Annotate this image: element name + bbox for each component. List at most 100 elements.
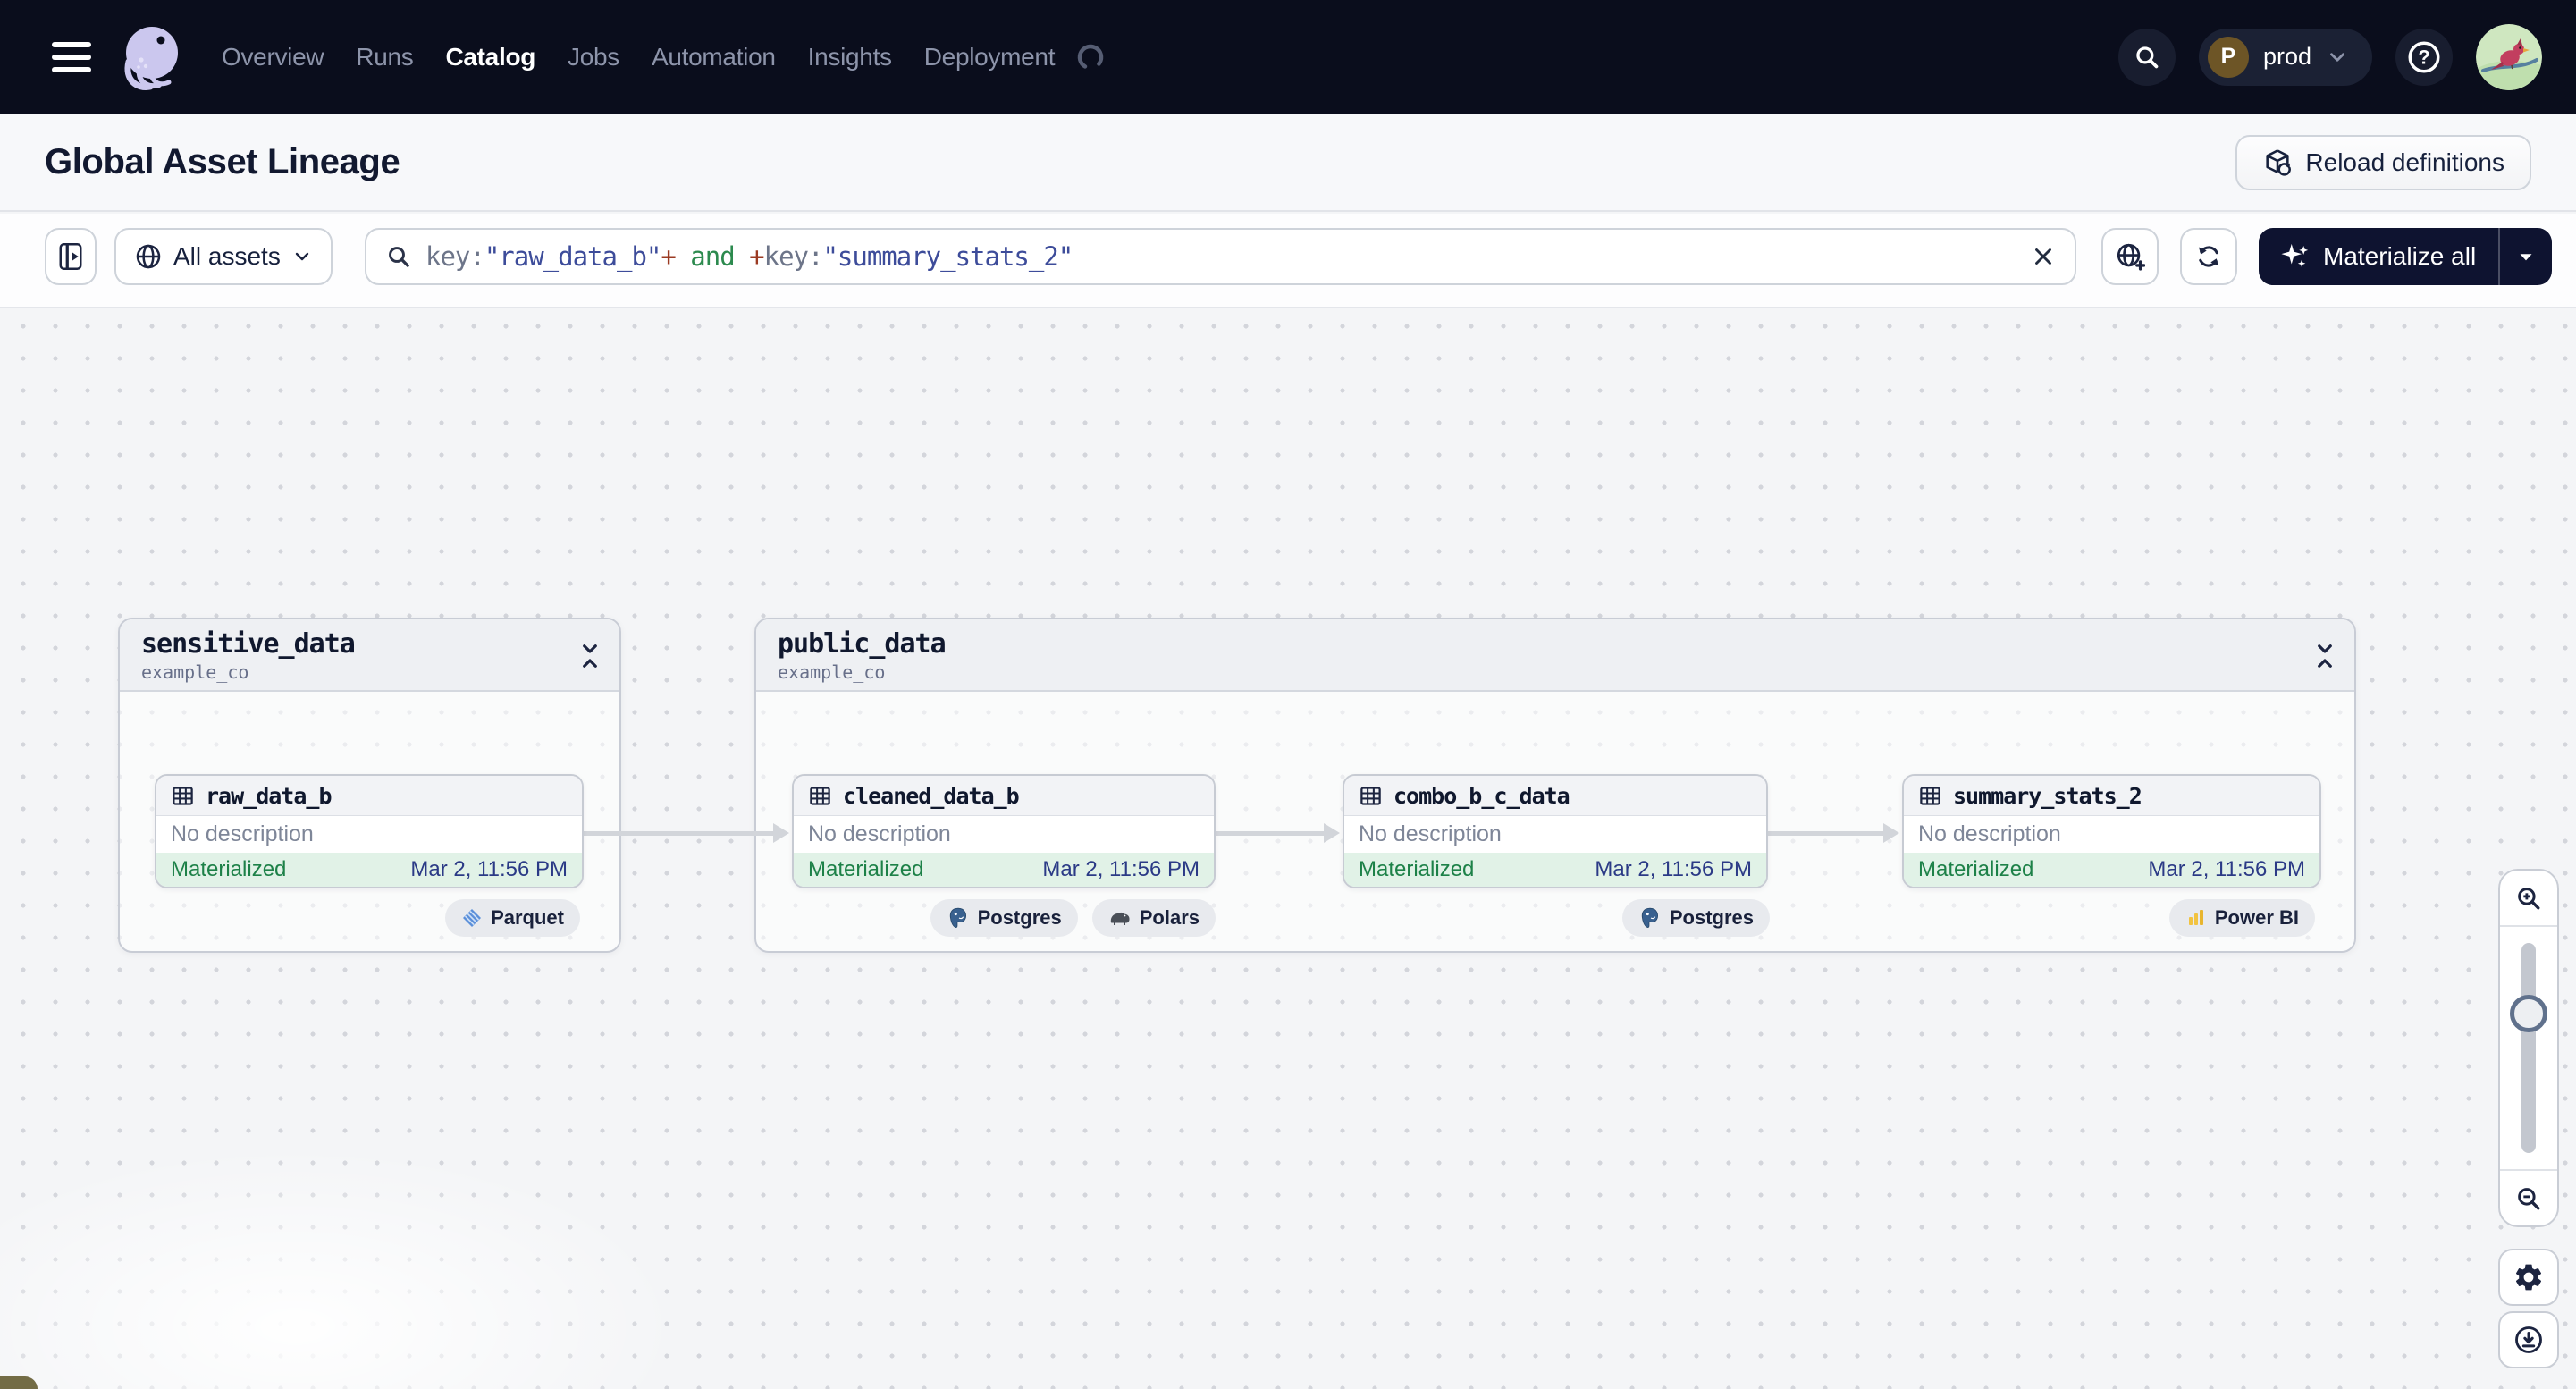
close-icon [2035, 248, 2051, 265]
dagster-logo[interactable] [114, 21, 188, 94]
zoom-slider-thumb[interactable] [2510, 995, 2547, 1032]
nav-item-automation[interactable]: Automation [652, 43, 776, 72]
materialize-all-label: Materialize all [2323, 242, 2477, 270]
chevron-down-icon [2330, 52, 2344, 62]
help-button[interactable]: ? [2395, 28, 2453, 86]
graph-settings-button[interactable] [2498, 1249, 2559, 1306]
kind-tag-label: Polars [1139, 906, 1200, 929]
nav-item-jobs[interactable]: Jobs [568, 43, 619, 72]
clear-search-button[interactable] [2030, 243, 2057, 270]
asset-node-cleaned-data-b[interactable]: cleaned_data_b No description Materializ… [792, 774, 1216, 888]
kind-tag-postgres[interactable]: Postgres [930, 899, 1078, 937]
asset-node-combo-b-c-data[interactable]: combo_b_c_data No description Materializ… [1343, 774, 1768, 888]
kind-tag-label: Parquet [491, 906, 564, 929]
nav-item-runs[interactable]: Runs [356, 43, 413, 72]
group-location: example_co [141, 661, 249, 683]
tag-row-cleaned-data-b: Postgres Polars [930, 899, 1216, 937]
nav-item-overview[interactable]: Overview [222, 43, 324, 72]
global-search-button[interactable] [2117, 28, 2176, 86]
table-icon [810, 786, 830, 805]
refresh-graph-button[interactable] [2180, 228, 2237, 285]
collapse-group-icon[interactable] [577, 641, 603, 671]
zoom-out-button[interactable] [2500, 1169, 2557, 1225]
asset-description: No description [808, 821, 951, 846]
materialize-options-button[interactable] [2500, 245, 2552, 268]
zoom-slider[interactable] [2500, 927, 2557, 1169]
reload-definitions-label: Reload definitions [2305, 148, 2504, 176]
kind-tag-polars[interactable]: Polars [1091, 899, 1216, 937]
group-title: public_data [778, 628, 947, 660]
asset-status: Materialized [171, 857, 287, 881]
lineage-canvas[interactable]: sensitive_data example_co public_data ex… [0, 308, 2576, 1389]
query-token: + [749, 241, 764, 272]
asset-status: Materialized [1918, 857, 2034, 881]
chevron-down-icon [295, 252, 309, 261]
kind-tag-parquet[interactable]: Parquet [445, 899, 580, 937]
view-full-graph-button[interactable] [2101, 228, 2159, 285]
postgres-icon [949, 907, 966, 928]
query-token: key: [425, 241, 485, 272]
lineage-search-input[interactable]: key:"raw_data_b"+ and +key:"summary_stat… [365, 228, 2076, 285]
panel-expand-icon [59, 243, 82, 270]
download-icon [2515, 1326, 2542, 1353]
nav-item-insights[interactable]: Insights [808, 43, 892, 72]
user-avatar[interactable] [2476, 23, 2542, 90]
table-icon [1920, 786, 1940, 805]
asset-scope-label: All assets [173, 242, 281, 270]
group-header[interactable]: sensitive_data example_co [120, 619, 619, 692]
nav-item-catalog[interactable]: Catalog [445, 43, 535, 72]
query-token: "summary_stats_2" [822, 241, 1073, 272]
asset-name: raw_data_b [206, 782, 333, 809]
polars-icon [1110, 912, 1130, 925]
page-title: Global Asset Lineage [45, 141, 400, 181]
asset-node-summary-stats-2[interactable]: summary_stats_2 No description Materiali… [1902, 774, 2321, 888]
globe-add-icon [2117, 243, 2145, 271]
magnifier-icon [389, 247, 409, 267]
asset-materialized-time: Mar 2, 11:56 PM [1595, 857, 1752, 881]
page-header: Global Asset Lineage Reload definitions [0, 114, 2576, 212]
asset-scope-dropdown[interactable]: All assets [114, 228, 333, 285]
query-token: and [675, 241, 750, 272]
lineage-toolbar: All assets key:"raw_data_b"+ and +key:"s… [0, 214, 2576, 308]
hamburger-menu-icon[interactable] [52, 41, 91, 72]
canvas-glow [0, 1139, 697, 1389]
download-image-button[interactable] [2498, 1311, 2559, 1368]
asset-name: combo_b_c_data [1393, 782, 1570, 809]
gear-icon [2515, 1264, 2542, 1291]
kind-tag-powerbi[interactable]: Power BI [2168, 899, 2315, 937]
loading-spinner-icon [1077, 44, 1104, 70]
zoom-in-button[interactable] [2500, 871, 2557, 927]
kind-tag-postgres[interactable]: Postgres [1621, 899, 1770, 937]
group-header[interactable]: public_data example_co [756, 619, 2354, 692]
query-token: "raw_data_b" [484, 241, 662, 272]
search-query: key:"raw_data_b"+ and +key:"summary_stat… [425, 241, 1073, 272]
query-token: key: [763, 241, 824, 272]
navbar-right-cluster: P prod ? [2117, 23, 2542, 90]
zoom-slider-track[interactable] [2521, 943, 2536, 1153]
materialize-all-button[interactable]: Materialize all [2259, 241, 2498, 272]
edge-raw-to-cleaned [584, 823, 789, 843]
nav-item-deployment[interactable]: Deployment [924, 43, 1056, 72]
collapse-group-icon[interactable] [2311, 641, 2338, 671]
reload-definitions-button[interactable]: Reload definitions [2235, 135, 2531, 190]
environment-initial: P [2207, 36, 2249, 78]
group-location: example_co [778, 661, 886, 683]
asset-materialized-time: Mar 2, 11:56 PM [410, 857, 568, 881]
kind-tag-label: Postgres [1669, 906, 1754, 929]
postgres-icon [1641, 907, 1658, 928]
zoom-out-icon [2518, 1187, 2540, 1209]
environment-switcher[interactable]: P prod [2198, 28, 2372, 86]
asset-node-raw-data-b[interactable]: raw_data_b No description Materialized M… [155, 774, 584, 888]
globe-icon [136, 244, 161, 269]
zoom-in-icon [2518, 887, 2540, 909]
kind-tag-label: Power BI [2214, 906, 2299, 929]
asset-name: cleaned_data_b [843, 782, 1020, 809]
materialize-all-split-button: Materialize all [2259, 228, 2552, 285]
asset-status: Materialized [1359, 857, 1475, 881]
open-sidebar-button[interactable] [45, 228, 97, 285]
asset-materialized-time: Mar 2, 11:56 PM [2148, 857, 2305, 881]
sparkle-icon [2281, 243, 2309, 268]
asset-name: summary_stats_2 [1953, 782, 2142, 809]
tag-row-combo-b-c-data: Postgres [1621, 899, 1770, 937]
powerbi-icon [2188, 910, 2203, 925]
